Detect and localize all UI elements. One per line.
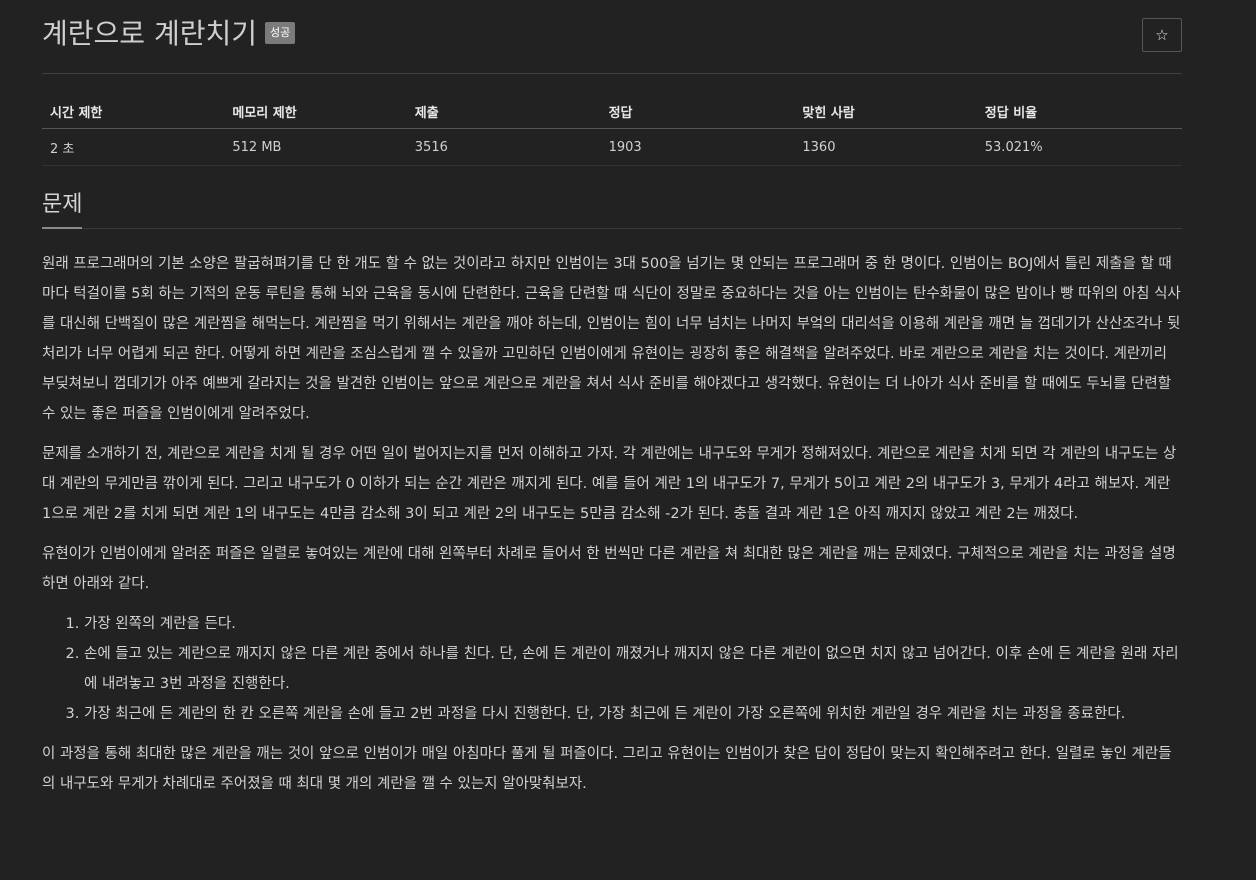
problem-description: 원래 프로그래머의 기본 소양은 팔굽혀펴기를 단 한 개도 할 수 없는 것이…	[42, 249, 1182, 799]
section-header: 문제	[42, 190, 1182, 229]
problem-info-table: 시간 제한 메모리 제한 제출 정답 맞힌 사람 정답 비율 2 초 512 M…	[42, 94, 1182, 166]
page-header: 계란으로 계란치기 성공 ☆	[42, 0, 1182, 74]
header-submissions: 제출	[406, 94, 601, 129]
list-item: 손에 들고 있는 계란으로 깨지지 않은 다른 계란 중에서 하나를 친다. 단…	[84, 639, 1182, 699]
page-title: 계란으로 계란치기 성공	[42, 14, 296, 54]
value-solved-users: 1360	[794, 128, 977, 166]
header-accept-ratio: 정답 비율	[976, 94, 1182, 129]
star-button[interactable]: ☆	[1142, 18, 1182, 52]
star-icon: ☆	[1155, 26, 1169, 44]
status-badge: 성공	[264, 22, 296, 44]
problem-paragraph-4: 이 과정을 통해 최대한 많은 계란을 깨는 것이 앞으로 인범이가 매일 아침…	[42, 746, 1172, 792]
section-title-problem: 문제	[42, 191, 83, 229]
header-memory-limit: 메모리 제한	[224, 94, 407, 129]
value-accepted: 1903	[600, 128, 795, 166]
problem-title: 계란으로 계란치기	[42, 17, 257, 50]
problem-paragraph-1: 원래 프로그래머의 기본 소양은 팔굽혀펴기를 단 한 개도 할 수 없는 것이…	[42, 256, 1181, 422]
header-solved-users: 맞힌 사람	[794, 94, 977, 129]
table-header-row: 시간 제한 메모리 제한 제출 정답 맞힌 사람 정답 비율	[42, 94, 1182, 129]
header-time-limit: 시간 제한	[42, 94, 225, 129]
value-submissions: 3516	[406, 128, 601, 166]
value-memory-limit: 512 MB	[224, 128, 407, 166]
table-row: 2 초 512 MB 3516 1903 1360 53.021%	[42, 128, 1182, 166]
value-time-limit: 2 초	[42, 128, 225, 166]
problem-paragraph-2: 문제를 소개하기 전, 계란으로 계란을 치게 될 경우 어떤 일이 벌어지는지…	[42, 446, 1177, 522]
header-accepted: 정답	[600, 94, 795, 129]
list-item: 가장 왼쪽의 계란을 든다.	[84, 609, 1182, 639]
process-steps-list: 가장 왼쪽의 계란을 든다. 손에 들고 있는 계란으로 깨지지 않은 다른 계…	[42, 609, 1182, 729]
problem-paragraph-3: 유현이가 인범이에게 알려준 퍼즐은 일렬로 놓여있는 계란에 대해 왼쪽부터 …	[42, 546, 1176, 592]
list-item: 가장 최근에 든 계란의 한 칸 오른쪽 계란을 손에 들고 2번 과정을 다시…	[84, 699, 1182, 729]
value-accept-ratio: 53.021%	[976, 128, 1182, 166]
problem-page: 계란으로 계란치기 성공 ☆ 시간 제한 메모리 제한 제출 정답 맞힌 사람 정…	[0, 0, 1256, 880]
